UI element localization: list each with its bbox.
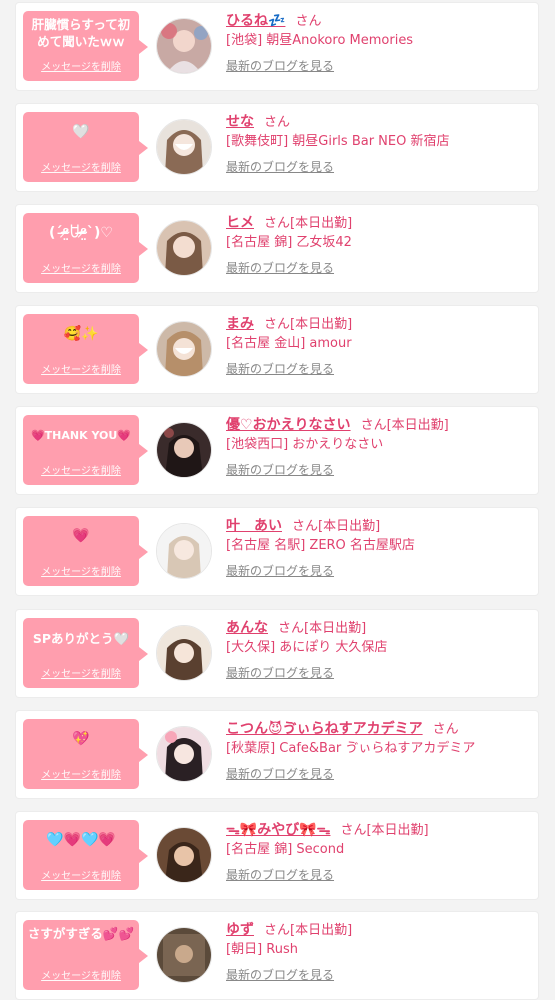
avatar[interactable]	[156, 220, 212, 276]
avatar[interactable]	[156, 726, 212, 782]
message-text: 🤍	[72, 124, 90, 140]
avatar[interactable]	[156, 321, 212, 377]
list-item: さすがすぎる💕💕 メッセージを削除 ゆず さん[本日出勤] [朝日] Rush 最…	[16, 912, 538, 999]
message-bubble: 💖 メッセージを削除	[23, 719, 148, 789]
user-name-link[interactable]: 優♡おかえりなさい	[226, 417, 351, 433]
delete-message-link[interactable]: メッセージを削除	[23, 665, 139, 680]
user-name-link[interactable]: 叶 あい	[226, 518, 282, 534]
message-bubble: (ˊᵒ̴̶̷̤ꇴᵒ̴̶̷̤ˋ)♡ メッセージを削除	[23, 213, 148, 283]
latest-blog-link[interactable]: 最新のブログを見る	[226, 461, 334, 478]
delete-message-link[interactable]: メッセージを削除	[23, 867, 139, 882]
message-text: (ˊᵒ̴̶̷̤ꇴᵒ̴̶̷̤ˋ)♡	[49, 225, 113, 241]
user-name-link[interactable]: ゆず	[226, 922, 254, 938]
latest-blog-link[interactable]: 最新のブログを見る	[226, 259, 334, 276]
message-text: 💗THANK YOU💗	[30, 429, 132, 442]
avatar[interactable]	[156, 18, 212, 74]
status-label: さん	[295, 14, 322, 29]
message-bubble: 💗 メッセージを削除	[23, 516, 148, 586]
message-bubble: さすがすぎる💕💕 メッセージを削除	[23, 920, 148, 990]
user-name-link[interactable]: こつん😈ゔぃらねすアカデミア	[226, 721, 423, 737]
latest-blog-link[interactable]: 最新のブログを見る	[226, 765, 334, 782]
status-label: さん[本日出勤]	[264, 923, 353, 938]
message-list: 肝臓慣らすって初めて聞いたｗｗ メッセージを削除 ひるね💤 さん [池袋] 朝昼A…	[0, 0, 555, 1000]
avatar[interactable]	[156, 119, 212, 175]
latest-blog-link[interactable]: 最新のブログを見る	[226, 57, 334, 74]
message-bubble: 💗THANK YOU💗 メッセージを削除	[23, 415, 148, 485]
status-label: さん[本日出勤]	[360, 418, 449, 433]
message-bubble: 肝臓慣らすって初めて聞いたｗｗ メッセージを削除	[23, 11, 148, 81]
message-bubble: SPありがとう🤍 メッセージを削除	[23, 618, 148, 688]
avatar[interactable]	[156, 625, 212, 681]
delete-message-link[interactable]: メッセージを削除	[23, 462, 139, 477]
user-name-link[interactable]: ヒメ	[226, 215, 254, 231]
user-name-link[interactable]: ひるね💤	[226, 13, 285, 29]
shop-label: [大久保] あにぽり 大久保店	[226, 640, 388, 655]
delete-message-link[interactable]: メッセージを削除	[23, 563, 139, 578]
delete-message-link[interactable]: メッセージを削除	[23, 159, 139, 174]
latest-blog-link[interactable]: 最新のブログを見る	[226, 664, 334, 681]
message-text: 肝臓慣らすって初めて聞いたｗｗ	[31, 17, 131, 49]
message-text: SPありがとう🤍	[32, 631, 130, 646]
delete-message-link[interactable]: メッセージを削除	[23, 58, 139, 73]
status-label: さん[本日出勤]	[264, 317, 353, 332]
latest-blog-link[interactable]: 最新のブログを見る	[226, 966, 334, 983]
list-item: (ˊᵒ̴̶̷̤ꇴᵒ̴̶̷̤ˋ)♡ メッセージを削除 ヒメ さん[本日出勤] [名古…	[16, 205, 538, 292]
message-bubble: 🤍 メッセージを削除	[23, 112, 148, 182]
shop-label: [秋葉原] Cafe&Bar ゔぃらねすアカデミア	[226, 741, 476, 756]
status-label: さん[本日出勤]	[340, 823, 429, 838]
message-text: 🥰✨	[63, 326, 99, 342]
avatar[interactable]	[156, 827, 212, 883]
latest-blog-link[interactable]: 最新のブログを見る	[226, 866, 334, 883]
status-label: さん	[264, 115, 291, 130]
status-label: さん	[432, 722, 459, 737]
status-label: さん[本日出勤]	[264, 216, 353, 231]
avatar[interactable]	[156, 927, 212, 983]
shop-label: [歌舞伎町] 朝昼Girls Bar NEO 新宿店	[226, 134, 450, 149]
shop-label: [名古屋 金山] amour	[226, 336, 352, 351]
shop-label: [朝日] Rush	[226, 942, 298, 957]
shop-label: [池袋西口] おかえりなさい	[226, 437, 384, 452]
latest-blog-link[interactable]: 最新のブログを見る	[226, 360, 334, 377]
delete-message-link[interactable]: メッセージを削除	[23, 361, 139, 376]
delete-message-link[interactable]: メッセージを削除	[23, 967, 139, 982]
shop-label: [名古屋 名駅] ZERO 名古屋駅店	[226, 538, 415, 553]
shop-label: [名古屋 錦] Second	[226, 842, 345, 857]
list-item: 💗THANK YOU💗 メッセージを削除 優♡おかえりなさい さん[本日出勤] […	[16, 407, 538, 494]
delete-message-link[interactable]: メッセージを削除	[23, 260, 139, 275]
status-label: さん[本日出勤]	[278, 621, 367, 636]
list-item: 🤍 メッセージを削除 せな さん [歌舞伎町] 朝昼Girls Bar NEO 新…	[16, 104, 538, 191]
message-text: 🩵💗🩵💗	[46, 832, 116, 848]
message-text: さすがすぎる💕💕	[27, 926, 135, 941]
message-text: 💖	[72, 731, 90, 747]
list-item: 🩵💗🩵💗 メッセージを削除 ᯓ🎀みやび🎀ᯓ さん[本日出勤] [名古屋 錦] Se…	[16, 812, 538, 899]
delete-message-link[interactable]: メッセージを削除	[23, 766, 139, 781]
avatar[interactable]	[156, 422, 212, 478]
avatar[interactable]	[156, 523, 212, 579]
list-item: SPありがとう🤍 メッセージを削除 あんな さん[本日出勤] [大久保] あにぽり…	[16, 610, 538, 697]
shop-label: [池袋] 朝昼Anokoro Memories	[226, 33, 414, 48]
user-name-link[interactable]: あんな	[226, 620, 268, 636]
latest-blog-link[interactable]: 最新のブログを見る	[226, 158, 334, 175]
shop-label: [名古屋 錦] 乙女坂42	[226, 235, 352, 250]
list-item: 🥰✨ メッセージを削除 まみ さん[本日出勤] [名古屋 金山] amour 最新…	[16, 306, 538, 393]
message-text: 💗	[72, 528, 90, 544]
user-name-link[interactable]: まみ	[226, 316, 254, 332]
message-bubble: 🥰✨ メッセージを削除	[23, 314, 148, 384]
list-item: 💗 メッセージを削除 叶 あい さん[本日出勤] [名古屋 名駅] ZERO 名古…	[16, 508, 538, 595]
latest-blog-link[interactable]: 最新のブログを見る	[226, 562, 334, 579]
list-item: 💖 メッセージを削除 こつん😈ゔぃらねすアカデミア さん [秋葉原] Cafe&B…	[16, 711, 538, 798]
user-name-link[interactable]: せな	[226, 114, 254, 130]
list-item: 肝臓慣らすって初めて聞いたｗｗ メッセージを削除 ひるね💤 さん [池袋] 朝昼A…	[16, 3, 538, 90]
message-bubble: 🩵💗🩵💗 メッセージを削除	[23, 820, 148, 890]
status-label: さん[本日出勤]	[292, 519, 381, 534]
user-name-link[interactable]: ᯓ🎀みやび🎀ᯓ	[226, 822, 330, 838]
